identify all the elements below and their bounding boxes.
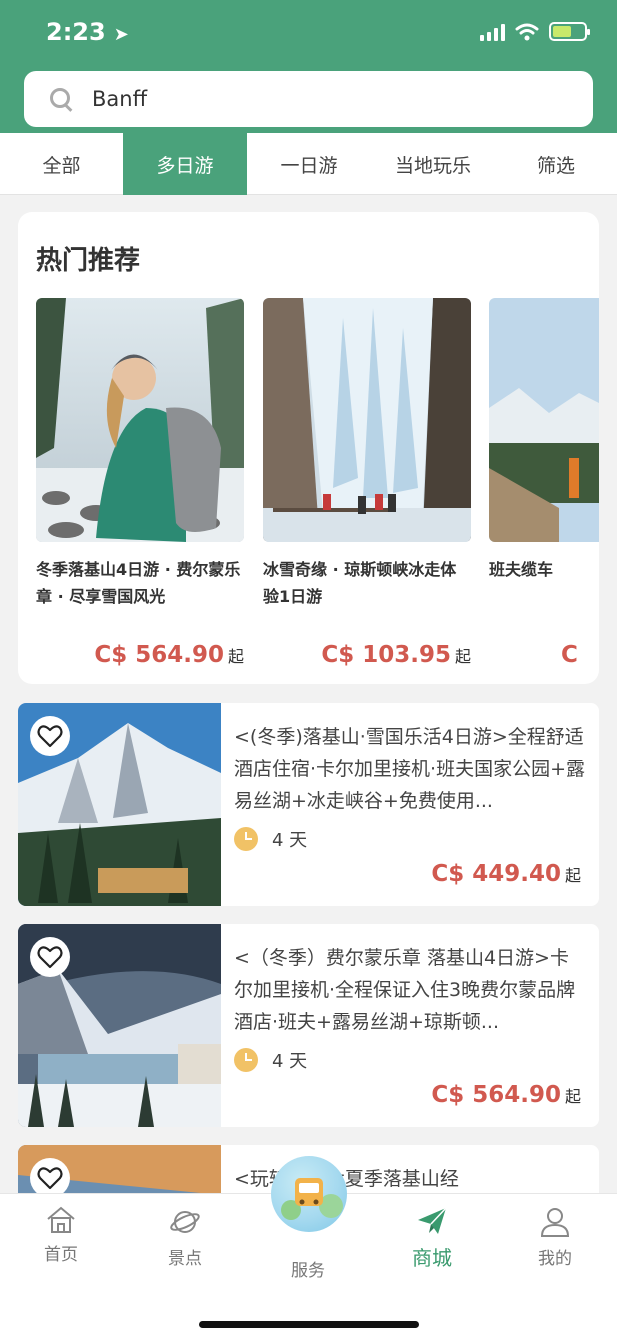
card-name: 冬季落基山4日游 · 费尔蒙乐章 · 尽享雪国风光 [36, 560, 241, 606]
card-image [263, 298, 471, 542]
item-price: C$ 449.40 起 [431, 861, 581, 887]
card-name: 冰雪奇缘 · 琼斯顿峡冰走体验1日游 [263, 560, 457, 606]
nav-service[interactable]: 服务 [263, 1256, 353, 1281]
tab-multi-day[interactable]: 多日游 [123, 133, 247, 195]
item-title: <（冬季）费尔蒙乐章 落基山4日游>卡尔加里接机·全程保证入住3晚费尔蒙品牌酒店… [234, 947, 576, 1033]
bus-icon [281, 1178, 343, 1220]
item-thumbnail [18, 703, 221, 906]
favorite-button[interactable] [30, 716, 70, 756]
planet-icon [170, 1211, 200, 1233]
status-indicators [480, 22, 590, 41]
nav-profile[interactable]: 我的 [510, 1206, 600, 1269]
hot-card[interactable]: 冬季落基山4日游 · 费尔蒙乐章 · 尽享雪国风光 C$ 564.90 起 [36, 298, 244, 668]
card-price: C [561, 642, 578, 668]
signal-icon [480, 23, 505, 41]
hot-card[interactable]: 冰雪奇缘 · 琼斯顿峡冰走体验1日游 C$ 103.95 起 [263, 298, 471, 668]
item-price: C$ 564.90 起 [431, 1082, 581, 1108]
card-image [489, 298, 599, 542]
card-price: C$ 103.95 起 [321, 642, 471, 668]
list-item[interactable]: <(冬季)落基山·雪国乐活4日游>全程舒适酒店住宿·卡尔加里接机·班夫国家公园+… [18, 703, 599, 906]
card-name: 班夫缆车 [489, 560, 554, 579]
list-item[interactable]: <（冬季）费尔蒙乐章 落基山4日游>卡尔加里接机·全程保证入住3晚费尔蒙品牌酒店… [18, 924, 599, 1127]
category-tabs: 全部 多日游 一日游 当地玩乐 筛选 [0, 133, 617, 195]
search-input[interactable] [92, 87, 532, 111]
user-icon [540, 1208, 570, 1237]
wifi-icon [515, 23, 539, 40]
nav-label: 商城 [412, 1246, 452, 1270]
tab-all[interactable]: 全部 [0, 133, 123, 195]
home-indicator [199, 1321, 419, 1328]
heart-icon [37, 725, 63, 748]
clock-icon [234, 827, 258, 851]
item-thumbnail [18, 924, 221, 1127]
search-icon [50, 88, 72, 110]
section-title: 热门推荐 [36, 246, 141, 276]
nav-home[interactable]: 首页 [16, 1206, 106, 1265]
clock-icon [234, 1048, 258, 1072]
status-time-text: 2:23 [46, 18, 106, 46]
heart-icon [37, 946, 63, 969]
card-price: C$ 564.90 起 [94, 642, 244, 668]
service-bubble[interactable] [271, 1156, 347, 1232]
paper-plane-icon [418, 1207, 447, 1234]
location-arrow-icon: ➤ [113, 24, 129, 45]
nav-label: 景点 [168, 1249, 202, 1269]
item-title: <(冬季)落基山·雪国乐活4日游>全程舒适酒店住宿·卡尔加里接机·班夫国家公园+… [234, 726, 586, 812]
home-icon [47, 1206, 75, 1233]
item-duration: 4 天 [234, 1047, 307, 1073]
status-time: 2:23 ➤ [46, 18, 129, 46]
tab-local-fun[interactable]: 当地玩乐 [371, 133, 495, 195]
hot-card[interactable]: 班夫缆车 C [489, 298, 599, 668]
hot-recommend-section: 热门推荐 冬季落基山4日游 · 费尔蒙乐章 · 尽享雪国风光 C$ 564.90… [18, 212, 599, 684]
heart-icon [37, 1167, 63, 1190]
battery-icon [549, 22, 590, 41]
nav-label: 服务 [291, 1261, 325, 1281]
search-bar[interactable] [24, 71, 593, 127]
item-duration: 4 天 [234, 826, 307, 852]
nav-shop[interactable]: 商城 [387, 1206, 477, 1271]
nav-label: 首页 [44, 1245, 78, 1265]
favorite-button[interactable] [30, 937, 70, 977]
nav-attractions[interactable]: 景点 [140, 1206, 230, 1269]
favorite-button[interactable] [30, 1158, 70, 1198]
tab-one-day[interactable]: 一日游 [247, 133, 371, 195]
card-image [36, 298, 244, 542]
top-bar: 2:23 ➤ [0, 0, 617, 133]
nav-label: 我的 [538, 1249, 572, 1269]
tab-filter[interactable]: 筛选 [495, 133, 617, 195]
